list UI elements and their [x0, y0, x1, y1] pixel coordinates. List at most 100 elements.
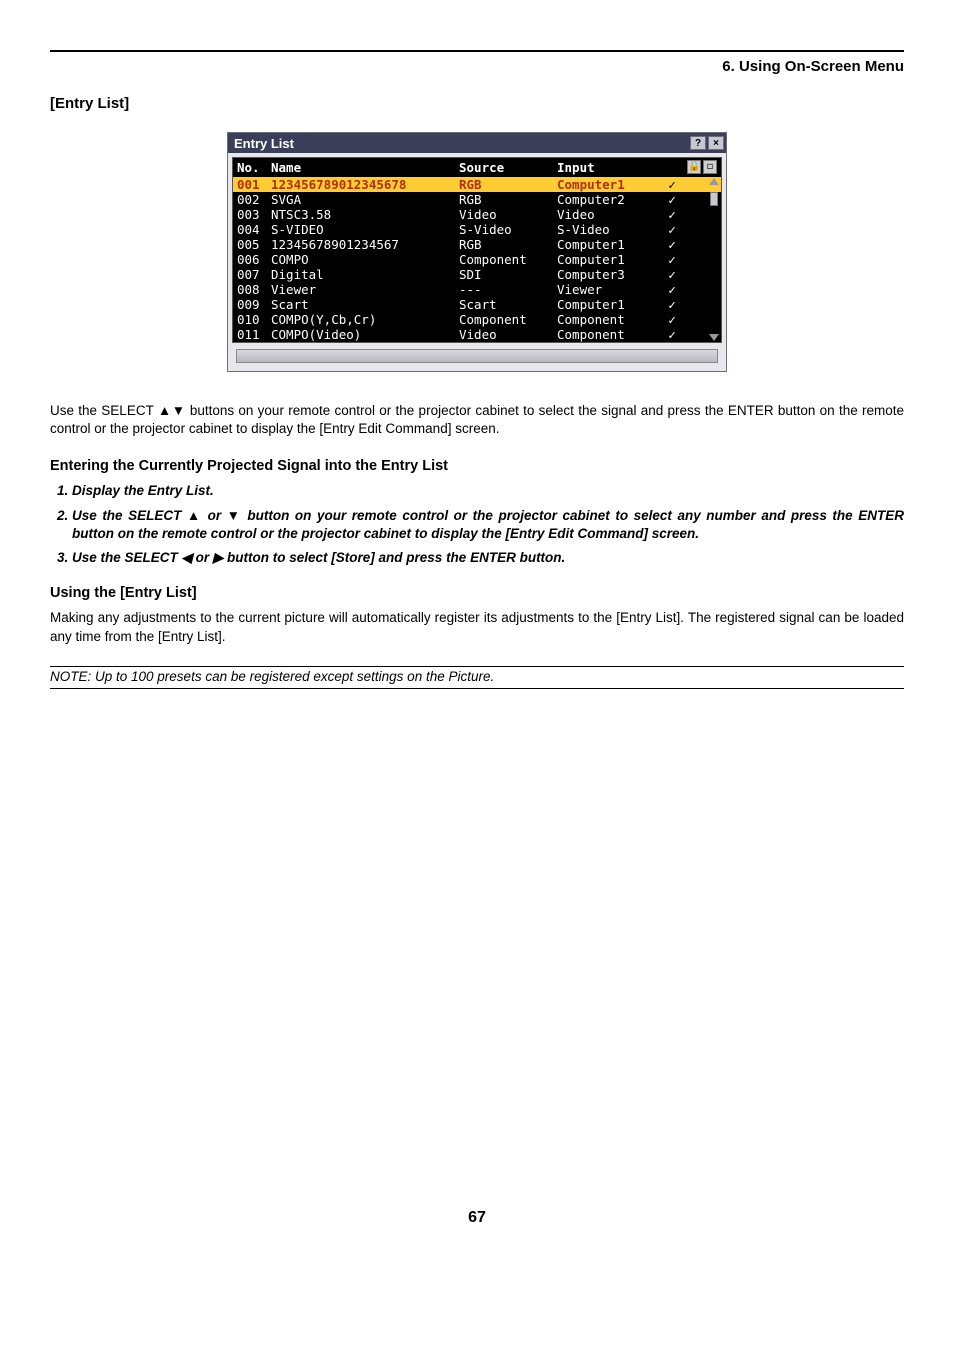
note-text: NOTE: Up to 100 presets can be registere…	[50, 669, 904, 684]
check-icon: ✓	[657, 177, 687, 192]
table-row[interactable]: 00512345678901234567RGBComputer1✓	[233, 237, 721, 252]
window-bottom-bar	[236, 349, 718, 363]
cell-input: Computer1	[557, 252, 657, 267]
cell-no: 009	[237, 297, 271, 312]
scroll-up-icon[interactable]	[709, 178, 719, 185]
table-row[interactable]: 010COMPO(Y,Cb,Cr)ComponentComponent✓	[233, 312, 721, 327]
window-titlebar: Entry List ? ×	[228, 133, 726, 153]
cell-input: Component	[557, 327, 657, 342]
cell-name: COMPO	[271, 252, 459, 267]
chapter-title: 6. Using On-Screen Menu	[50, 58, 904, 75]
cell-source: SDI	[459, 267, 557, 282]
scrollbar[interactable]	[709, 178, 719, 341]
paragraph: Use the SELECT ▲▼ buttons on your remote…	[50, 402, 904, 438]
cell-source: ---	[459, 282, 557, 297]
table-row[interactable]: 004S-VIDEOS-VideoS-Video✓	[233, 222, 721, 237]
note-rule	[50, 688, 904, 689]
cell-no: 010	[237, 312, 271, 327]
table-row[interactable]: 003NTSC3.58VideoVideo✓	[233, 207, 721, 222]
help-icon[interactable]: ?	[690, 136, 706, 150]
section-title: [Entry List]	[50, 95, 904, 112]
table-rows: 001123456789012345678RGBComputer1✓002SVG…	[233, 177, 721, 342]
check-icon: ✓	[657, 282, 687, 297]
cell-name: Scart	[271, 297, 459, 312]
cell-no: 001	[237, 177, 271, 192]
step-item: Display the Entry List.	[72, 482, 904, 500]
cell-source: Video	[459, 327, 557, 342]
cell-no: 007	[237, 267, 271, 282]
table-row[interactable]: 002SVGARGBComputer2✓	[233, 192, 721, 207]
table-row[interactable]: 011COMPO(Video)VideoComponent✓	[233, 327, 721, 342]
page-number: 67	[50, 1209, 904, 1227]
display-icon[interactable]: ◻	[703, 160, 717, 174]
cell-input: Computer1	[557, 237, 657, 252]
check-icon: ✓	[657, 237, 687, 252]
close-icon[interactable]: ×	[708, 136, 724, 150]
table-header: No. Name Source Input 🔒 ◻	[233, 158, 721, 177]
header-rule	[50, 50, 904, 52]
cell-input: Computer1	[557, 177, 657, 192]
entry-list-window: Entry List ? × No. Name Source Input 🔒 ◻	[227, 132, 727, 372]
check-icon: ✓	[657, 267, 687, 282]
cell-input: Component	[557, 312, 657, 327]
table-row[interactable]: 006COMPOComponentComputer1✓	[233, 252, 721, 267]
window-body: No. Name Source Input 🔒 ◻ 00112345678901…	[228, 153, 726, 371]
lock-icon[interactable]: 🔒	[687, 160, 701, 174]
cell-name: NTSC3.58	[271, 207, 459, 222]
scroll-thumb[interactable]	[710, 192, 718, 206]
cell-input: Computer2	[557, 192, 657, 207]
check-icon: ✓	[657, 207, 687, 222]
table-row[interactable]: 001123456789012345678RGBComputer1✓	[233, 177, 721, 192]
subheading-using: Using the [Entry List]	[50, 585, 904, 601]
step-item: Use the SELECT ▲ or ▼ button on your rem…	[72, 507, 904, 543]
cell-source: RGB	[459, 192, 557, 207]
cell-source: S-Video	[459, 222, 557, 237]
cell-no: 011	[237, 327, 271, 342]
check-icon: ✓	[657, 222, 687, 237]
cell-no: 003	[237, 207, 271, 222]
cell-name: Digital	[271, 267, 459, 282]
page: 6. Using On-Screen Menu [Entry List] Ent…	[0, 0, 954, 1257]
cell-name: 12345678901234567	[271, 237, 459, 252]
cell-source: Video	[459, 207, 557, 222]
table-row[interactable]: 009ScartScartComputer1✓	[233, 297, 721, 312]
cell-source: RGB	[459, 177, 557, 192]
cell-input: Computer3	[557, 267, 657, 282]
col-no: No.	[237, 160, 271, 175]
cell-input: Viewer	[557, 282, 657, 297]
check-icon: ✓	[657, 327, 687, 342]
cell-name: COMPO(Video)	[271, 327, 459, 342]
cell-no: 004	[237, 222, 271, 237]
step-item: Use the SELECT ◀ or ▶ button to select […	[72, 549, 904, 567]
cell-no: 008	[237, 282, 271, 297]
steps-list: Display the Entry List. Use the SELECT ▲…	[50, 482, 904, 567]
cell-no: 005	[237, 237, 271, 252]
entry-table: No. Name Source Input 🔒 ◻ 00112345678901…	[232, 157, 722, 343]
check-icon: ✓	[657, 312, 687, 327]
cell-name: COMPO(Y,Cb,Cr)	[271, 312, 459, 327]
table-row[interactable]: 007DigitalSDIComputer3✓	[233, 267, 721, 282]
check-icon: ✓	[657, 252, 687, 267]
check-icon: ✓	[657, 192, 687, 207]
col-input: Input	[557, 160, 657, 175]
cell-input: Computer1	[557, 297, 657, 312]
col-source: Source	[459, 160, 557, 175]
cell-input: S-Video	[557, 222, 657, 237]
window-title: Entry List	[234, 136, 294, 151]
cell-source: RGB	[459, 237, 557, 252]
check-icon: ✓	[657, 297, 687, 312]
cell-name: 123456789012345678	[271, 177, 459, 192]
table-row[interactable]: 008Viewer---Viewer✓	[233, 282, 721, 297]
cell-no: 002	[237, 192, 271, 207]
col-name: Name	[271, 160, 459, 175]
subheading-entering: Entering the Currently Projected Signal …	[50, 458, 904, 474]
cell-name: SVGA	[271, 192, 459, 207]
cell-source: Scart	[459, 297, 557, 312]
cell-source: Component	[459, 252, 557, 267]
paragraph: Making any adjustments to the current pi…	[50, 609, 904, 645]
cell-source: Component	[459, 312, 557, 327]
note-rule	[50, 666, 904, 667]
cell-input: Video	[557, 207, 657, 222]
scroll-down-icon[interactable]	[709, 334, 719, 341]
cell-name: S-VIDEO	[271, 222, 459, 237]
